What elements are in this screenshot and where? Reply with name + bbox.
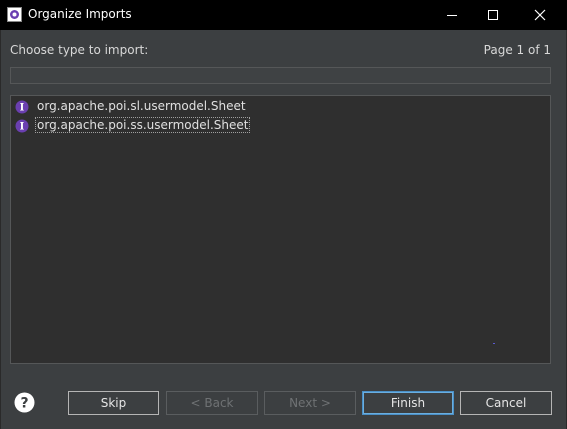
filter-input[interactable]	[10, 67, 551, 84]
gear-icon	[7, 7, 22, 22]
minimize-button[interactable]	[429, 0, 475, 30]
svg-text:?: ?	[20, 396, 28, 412]
interface-icon: I	[15, 99, 29, 114]
title-bar: Organize Imports	[0, 0, 567, 30]
help-button[interactable]: ?	[14, 392, 35, 413]
next-button[interactable]: Next >	[264, 391, 356, 415]
list-artifact	[493, 343, 495, 344]
dialog-border-left	[0, 30, 1, 429]
type-list[interactable]: I org.apache.poi.sl.usermodel.Sheet I or…	[10, 95, 551, 364]
list-item-label: org.apache.poi.sl.usermodel.Sheet	[37, 99, 246, 113]
maximize-button[interactable]	[470, 0, 516, 30]
close-button[interactable]	[517, 0, 563, 30]
interface-icon: I	[15, 118, 29, 133]
choose-type-label: Choose type to import:	[10, 43, 149, 57]
skip-button[interactable]: Skip	[68, 391, 159, 415]
cancel-button[interactable]: Cancel	[460, 391, 552, 415]
list-item-label: org.apache.poi.ss.usermodel.Sheet	[35, 117, 251, 133]
finish-button[interactable]: Finish	[362, 391, 454, 415]
svg-text:I: I	[20, 103, 25, 114]
minimize-icon	[446, 6, 458, 25]
back-button[interactable]: < Back	[166, 391, 258, 415]
page-info: Page 1 of 1	[483, 43, 551, 57]
list-item-selected[interactable]: I org.apache.poi.ss.usermodel.Sheet	[15, 116, 251, 134]
window-title: Organize Imports	[28, 7, 132, 21]
close-icon	[534, 6, 546, 25]
help-icon: ?	[14, 392, 35, 417]
maximize-icon	[487, 6, 499, 25]
list-item[interactable]: I org.apache.poi.sl.usermodel.Sheet	[15, 97, 246, 115]
svg-text:I: I	[20, 122, 25, 133]
